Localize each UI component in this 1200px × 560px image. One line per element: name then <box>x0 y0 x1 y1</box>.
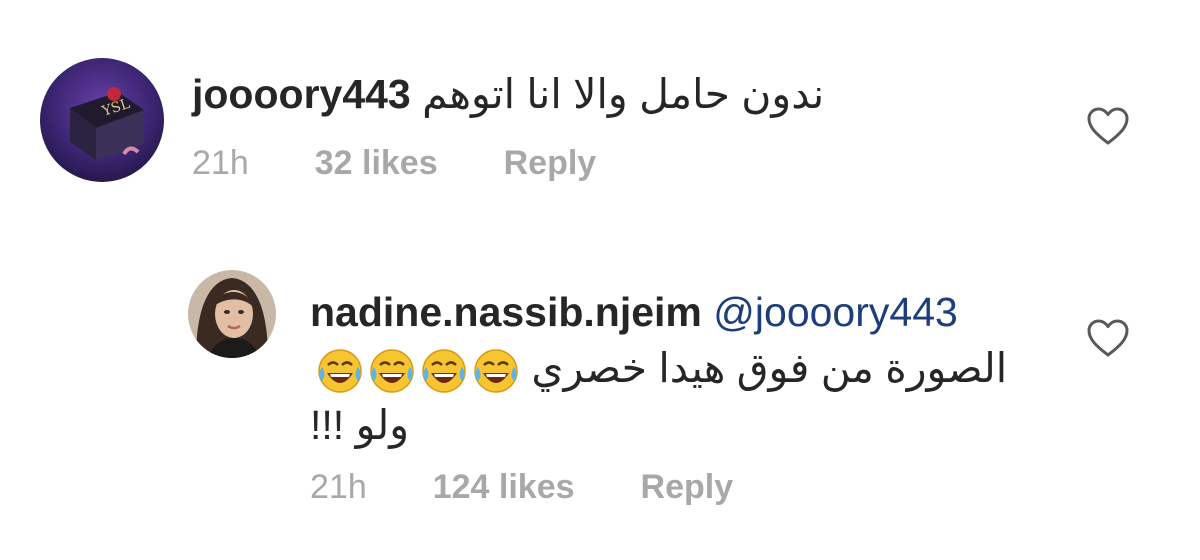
comment-text: ولو !!! <box>310 402 410 449</box>
heart-outline-icon[interactable] <box>1086 106 1130 146</box>
reply-button[interactable]: Reply <box>641 468 734 507</box>
heart-outline-icon[interactable] <box>1086 318 1130 358</box>
avatar[interactable]: YSL <box>40 58 164 182</box>
comments-list: YSL joooory443 ندون حامل والا انا اتوهم … <box>0 0 1200 560</box>
reply-comment: nadine.nassib.njeim @joooory443 الصورة م… <box>188 268 1200 528</box>
likes-count[interactable]: 124 likes <box>433 468 575 507</box>
comment-line: الصورة من فوق هيدا خصري <box>310 342 1007 395</box>
comment-body: joooory443 ندون حامل والا انا اتوهم <box>192 68 824 120</box>
comment-body: nadine.nassib.njeim @joooory443 الصورة م… <box>310 286 1007 451</box>
comment-line: ولو !!! <box>310 399 1007 451</box>
face-with-tears-of-joy-icon <box>316 347 364 395</box>
comment-meta: 21h 32 likes Reply <box>192 144 596 183</box>
comment-text: ندون حامل والا انا اتوهم <box>422 71 825 117</box>
likes-count[interactable]: 32 likes <box>315 144 438 183</box>
mention-link[interactable]: @joooory443 <box>713 289 958 335</box>
timestamp: 21h <box>310 468 367 506</box>
face-with-tears-of-joy-icon <box>420 347 468 395</box>
comment-line: joooory443 ندون حامل والا انا اتوهم <box>192 68 824 120</box>
face-with-tears-of-joy-icon <box>472 347 520 395</box>
emoji-group <box>316 347 520 395</box>
face-with-tears-of-joy-icon <box>368 347 416 395</box>
username-link[interactable]: nadine.nassib.njeim <box>310 289 702 335</box>
reply-button[interactable]: Reply <box>504 144 597 183</box>
comment: YSL joooory443 ندون حامل والا انا اتوهم … <box>40 58 1200 208</box>
timestamp: 21h <box>192 144 249 182</box>
comment-line: nadine.nassib.njeim @joooory443 <box>310 286 1007 338</box>
comment-meta: 21h 124 likes Reply <box>310 468 733 507</box>
comment-text: الصورة من فوق هيدا خصري <box>531 345 1008 391</box>
avatar[interactable] <box>188 270 276 358</box>
username-link[interactable]: joooory443 <box>192 71 411 117</box>
